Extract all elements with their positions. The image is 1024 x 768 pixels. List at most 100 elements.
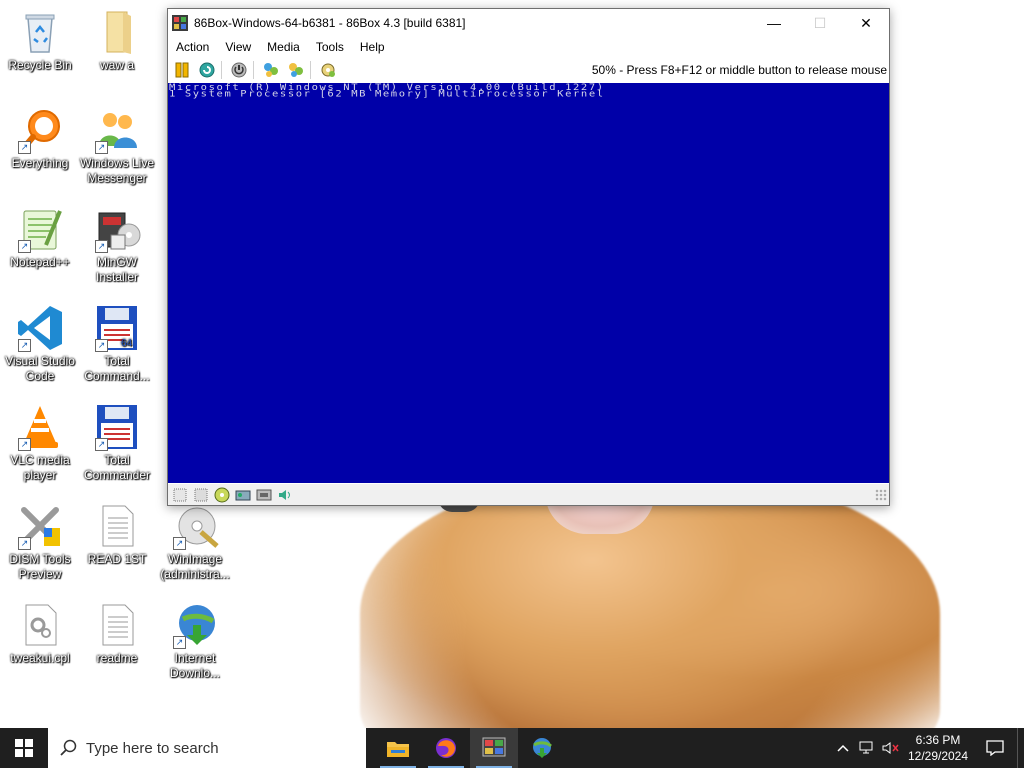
desktop-icon-total-commander[interactable]: ↗ Total Commander xyxy=(78,403,156,483)
desktop-icon-everything[interactable]: ↗ Everything xyxy=(1,106,79,171)
shortcut-arrow-icon: ↗ xyxy=(95,141,108,154)
taskbar: Type here to search 6:36 PM 12/29/2024 xyxy=(0,728,1024,768)
network-icon[interactable] xyxy=(255,487,273,503)
toolbar-separator xyxy=(310,61,311,79)
firefox-icon xyxy=(436,738,456,758)
resize-grip[interactable] xyxy=(875,488,887,501)
desktop-icon-vscode[interactable]: ↗ Visual Studio Code xyxy=(1,304,79,384)
network-status-icon[interactable] xyxy=(855,728,879,768)
close-button[interactable]: ✕ xyxy=(843,9,889,37)
menu-view[interactable]: View xyxy=(217,40,259,54)
internet-download-manager-icon xyxy=(533,738,552,758)
desktop-icon-recycle-bin[interactable]: Recycle Bin xyxy=(1,8,79,73)
desktop-icon-mingw-installer[interactable]: ↗ MinGW Installer xyxy=(78,205,156,285)
sound-icon[interactable] xyxy=(276,487,294,503)
show-hidden-icons-chevron-up-icon[interactable] xyxy=(831,728,855,768)
desktop-icon-tweakui[interactable]: tweakui.cpl xyxy=(1,601,79,666)
winimage-icon: ↗ xyxy=(171,502,219,550)
desktop-icon-vlc[interactable]: ↗ VLC media player xyxy=(1,403,79,483)
reset-button[interactable] xyxy=(196,59,218,81)
settings-button[interactable] xyxy=(317,59,339,81)
everything-icon: ↗ xyxy=(16,106,64,154)
desktop-icon-dism-tools[interactable]: ↗ DISM Tools Preview xyxy=(1,502,79,582)
shortcut-arrow-icon: ↗ xyxy=(95,438,108,451)
emulator-window[interactable]: 86Box-Windows-64-b6381 - 86Box 4.3 [buil… xyxy=(167,8,890,506)
desktop-icon-notepad-plus-plus[interactable]: ↗ Notepad++ xyxy=(1,205,79,270)
screen-line: 1 System Processor [62 MB Memory] MultiP… xyxy=(169,88,605,100)
floppy-drive-b-icon[interactable] xyxy=(192,487,210,503)
vscode-icon: ↗ xyxy=(16,304,64,352)
volume-muted-icon[interactable] xyxy=(879,728,903,768)
window-titlebar[interactable]: 86Box-Windows-64-b6381 - 86Box 4.3 [buil… xyxy=(168,9,889,37)
menu-action[interactable]: Action xyxy=(168,40,217,54)
cpl-file-icon xyxy=(16,601,64,649)
dism-tools-icon: ↗ xyxy=(16,502,64,550)
desktop-icon-readme[interactable]: readme xyxy=(78,601,156,666)
shortcut-arrow-icon: ↗ xyxy=(18,339,31,352)
menu-media[interactable]: Media xyxy=(259,40,308,54)
power-button[interactable] xyxy=(228,59,250,81)
shortcut-arrow-icon: ↗ xyxy=(18,537,31,550)
ctrl-alt-del-icon xyxy=(264,63,278,77)
desktop-icon-label: Total Commander xyxy=(83,453,151,482)
ctrl-alt-esc-button[interactable] xyxy=(285,59,307,81)
shortcut-arrow-icon: ↗ xyxy=(18,240,31,253)
shortcut-arrow-icon: ↗ xyxy=(173,537,186,550)
toolbar-separator xyxy=(253,61,254,79)
desktop-icon-winimage[interactable]: ↗ WinImage (administra... xyxy=(156,502,234,582)
floppy-drive-a-icon[interactable] xyxy=(171,487,189,503)
taskbar-internet-download-manager[interactable] xyxy=(518,728,566,768)
pause-button[interactable] xyxy=(171,59,193,81)
shortcut-arrow-icon: ↗ xyxy=(95,339,108,352)
desktop-icon-label: VLC media player xyxy=(10,453,70,482)
show-desktop-button[interactable] xyxy=(1017,728,1024,768)
menu-help[interactable]: Help xyxy=(352,40,393,54)
desktop: Recycle Bin ↗ Everything ↗ Notepad++ ↗ V… xyxy=(0,0,1024,728)
search-placeholder: Type here to search xyxy=(86,739,219,757)
maximize-button[interactable]: ☐ xyxy=(797,9,843,37)
menu-tools[interactable]: Tools xyxy=(308,40,352,54)
shortcut-arrow-icon: ↗ xyxy=(18,141,31,154)
svg-text:64: 64 xyxy=(121,338,133,349)
desktop-icon-label: Internet Downlo... xyxy=(169,651,221,680)
clock-time: 6:36 PM xyxy=(915,733,961,747)
taskbar-search-box[interactable]: Type here to search xyxy=(48,728,366,768)
minimize-button[interactable]: — xyxy=(751,9,797,37)
window-title: 86Box-Windows-64-b6381 - 86Box 4.3 [buil… xyxy=(194,16,466,30)
emulator-statusbar xyxy=(168,484,889,505)
settings-icon xyxy=(321,63,335,77)
desktop-icon-label: Everything xyxy=(11,156,69,170)
86box-icon xyxy=(172,15,188,31)
taskbar-firefox[interactable] xyxy=(422,728,470,768)
notepad-plus-plus-icon: ↗ xyxy=(16,205,64,253)
desktop-icon-internet-download-manager[interactable]: ↗ Internet Downlo... xyxy=(156,601,234,681)
clock-date: 12/29/2024 xyxy=(907,749,969,763)
ctrl-alt-del-button[interactable] xyxy=(260,59,282,81)
toolbar: 50% - Press F8+F12 or middle button to r… xyxy=(168,58,889,82)
file-explorer-icon xyxy=(387,742,409,757)
text-document-icon xyxy=(93,601,141,649)
desktop-icon-label: readme xyxy=(96,651,138,665)
recycle-bin-icon xyxy=(16,8,64,56)
cdrom-icon[interactable] xyxy=(213,487,231,503)
mingw-installer-icon: ↗ xyxy=(93,205,141,253)
desktop-icon-total-commander-64[interactable]: 64 ↗ Total Command... xyxy=(78,304,156,384)
taskbar-file-explorer[interactable] xyxy=(374,728,422,768)
start-button[interactable] xyxy=(0,728,48,768)
action-center-button[interactable] xyxy=(973,728,1017,768)
shortcut-arrow-icon: ↗ xyxy=(95,240,108,253)
desktop-icon-read-1st[interactable]: READ 1ST xyxy=(78,502,156,567)
windows-live-messenger-icon: ↗ xyxy=(93,106,141,154)
vlc-icon: ↗ xyxy=(16,403,64,451)
notification-icon xyxy=(986,740,1004,756)
search-icon xyxy=(60,739,77,756)
desktop-icon-windows-live-messenger[interactable]: ↗ Windows Live Messenger xyxy=(78,106,156,186)
windows-logo-icon xyxy=(15,739,33,757)
menu-bar: Action View Media Tools Help xyxy=(168,37,889,57)
hard-disk-icon[interactable] xyxy=(234,487,252,503)
total-commander-64-icon: 64 ↗ xyxy=(93,304,141,352)
desktop-icon-folder-waw-a[interactable]: waw a xyxy=(78,8,156,73)
taskbar-clock[interactable]: 6:36 PM 12/29/2024 xyxy=(903,732,973,764)
taskbar-86box[interactable] xyxy=(470,728,518,768)
emulator-screen[interactable]: Microsoft (R) Windows NT (TM) Version 4.… xyxy=(168,83,889,483)
